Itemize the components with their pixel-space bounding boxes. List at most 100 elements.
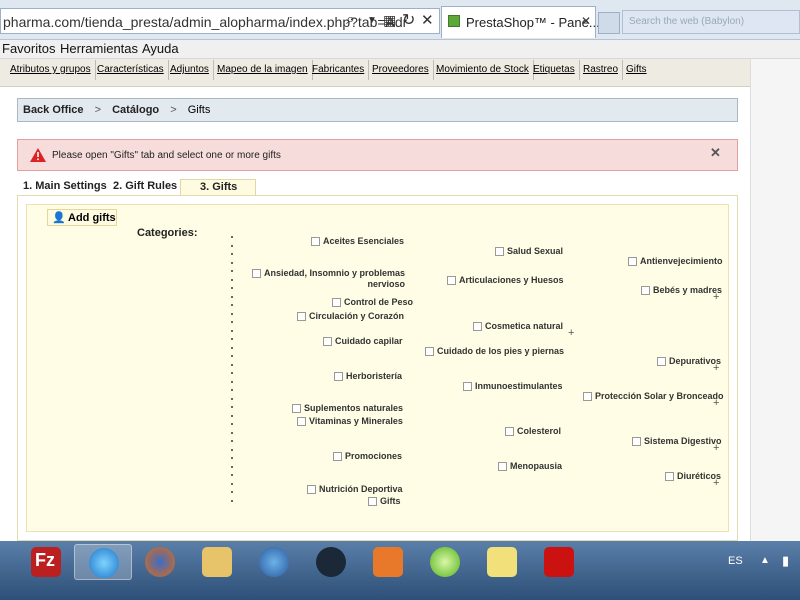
tree-line-dot [231,295,233,298]
thunderbird-icon [259,547,289,577]
add-gifts-tab[interactable]: 👤 Add gifts [47,209,117,226]
warning-icon [30,148,46,162]
tree-line-dot [231,253,233,255]
tab-gift-rules[interactable]: 2. Gift Rules [113,180,177,192]
taskbar-app-green[interactable] [416,544,474,580]
expand-icon[interactable]: + [568,327,574,339]
category-checkbox[interactable] [307,485,316,494]
address-bar[interactable]: pharma.com/tienda_presta/admin_alopharma… [0,8,440,34]
language-indicator[interactable]: ES [728,555,743,567]
expand-icon[interactable]: + [713,477,719,489]
taskbar-explorer[interactable] [188,544,246,580]
category-checkbox[interactable] [473,322,482,331]
taskbar-ie[interactable] [74,544,132,580]
subtab-fabricantes[interactable]: Fabricantes [308,60,370,80]
tab-main-settings[interactable]: 1. Main Settings [23,180,107,192]
compat-view-icon[interactable]: ▦ [383,12,396,29]
tree-line-dot [231,321,233,323]
chevron-down-icon[interactable]: ▼ [367,15,377,26]
network-icon[interactable]: ▮ [782,553,789,569]
breadcrumb-catalogo[interactable]: Catálogo [112,104,159,116]
breadcrumb-back-office[interactable]: Back Office [23,104,84,116]
expand-icon[interactable]: + [713,442,719,454]
search-placeholder: Search the web (Babylon) [629,16,745,27]
category-checkbox[interactable] [628,257,637,266]
browser-tab-active[interactable]: PrestaShop™ - Pane... ✕ [441,6,600,38]
category-checkbox[interactable] [297,312,306,321]
error-alert: Please open "Gifts" tab and select one o… [17,139,738,171]
category-checkbox[interactable] [657,357,666,366]
subtab-caracteristicas[interactable]: Características [93,60,169,80]
tree-line-dot [231,329,233,332]
taskbar-steam[interactable] [302,544,360,580]
taskbar-thunderbird[interactable] [245,544,303,580]
category-checkbox[interactable] [498,462,507,471]
refresh-icon[interactable]: ↻ [402,10,415,30]
category-checkbox[interactable] [292,404,301,413]
taskbar-firefox[interactable] [131,544,189,580]
category-checkbox[interactable] [495,247,504,256]
tree-line-dot [231,482,233,485]
category-checkbox[interactable] [323,337,332,346]
tree-line-dot [231,372,233,374]
category-checkbox[interactable] [252,269,261,278]
subtab-adjuntos[interactable]: Adjuntos [166,60,214,80]
taskbar-camera[interactable] [359,544,417,580]
category-checkbox[interactable] [505,427,514,436]
filezilla-icon: Fz [35,550,55,570]
new-tab-button[interactable] [598,12,620,34]
tree-line-dot [231,491,233,493]
category-checkbox[interactable] [632,437,641,446]
expand-icon[interactable]: + [713,397,719,409]
category-label: Ansiedad, Insomnio y problemas nervioso [264,268,406,289]
web-search-input[interactable]: Search the web (Babylon) [622,10,800,34]
category-checkbox[interactable] [333,452,342,461]
stop-icon[interactable]: ✕ [421,11,434,29]
camera-icon [373,547,403,577]
category-checkbox[interactable] [334,372,343,381]
breadcrumb: Back Office > Catálogo > Gifts [17,98,738,122]
category-checkbox[interactable] [665,472,674,481]
subtab-etiquetas[interactable]: Etiquetas [529,60,580,80]
close-alert-icon[interactable]: ✕ [710,145,721,161]
subtab-mapeo[interactable]: Mapeo de la imagen [213,60,313,80]
subtab-atributos[interactable]: Atributos y grupos [6,60,96,80]
category-label: Control de Peso [344,297,414,307]
taskbar-acrobat[interactable] [530,544,588,580]
tray-expand-icon[interactable]: ▲ [760,555,770,566]
category-label: Aceites Esenciales [323,236,405,246]
subtab-proveedores[interactable]: Proveedores [368,60,434,80]
tab-gifts-active[interactable]: 3. Gifts [180,179,256,196]
taskbar-filezilla[interactable]: Fz [17,544,75,580]
category-checkbox[interactable] [583,392,592,401]
category-label: Sistema Digestivo [644,436,722,446]
tree-line-dot [231,304,233,306]
category-checkbox[interactable] [368,497,377,506]
tree-line-dot [231,355,233,357]
subtab-rastreo[interactable]: Rastreo [579,60,624,80]
category-checkbox[interactable] [311,237,320,246]
category-label: Colesterol [517,426,562,436]
subtab-gifts[interactable]: Gifts [622,60,651,80]
notes-icon [487,547,517,577]
category-checkbox[interactable] [447,276,456,285]
subtab-movimiento[interactable]: Movimiento de Stock [432,60,534,80]
windows-taskbar: Fz ES ▲ ▮ [0,541,800,600]
expand-icon[interactable]: + [713,362,719,374]
menu-ayuda[interactable]: Ayuda [142,41,179,56]
category-checkbox[interactable] [332,298,341,307]
menu-herramientas[interactable]: Herramientas [60,41,138,56]
category-checkbox[interactable] [425,347,434,356]
category-checkbox[interactable] [641,286,650,295]
taskbar-sticky[interactable] [473,544,531,580]
menu-favoritos[interactable]: Favoritos [2,41,55,56]
category-checkbox[interactable] [297,417,306,426]
page-scrollbar[interactable] [750,59,800,541]
category-checkbox[interactable] [463,382,472,391]
close-tab-icon[interactable]: ✕ [581,14,591,28]
tree-line-dot [231,380,233,383]
add-gifts-label: Add gifts [68,212,116,224]
tree-line-dot [231,287,233,289]
expand-icon[interactable]: + [713,291,719,303]
search-icon[interactable]: ⌕ [346,11,355,29]
